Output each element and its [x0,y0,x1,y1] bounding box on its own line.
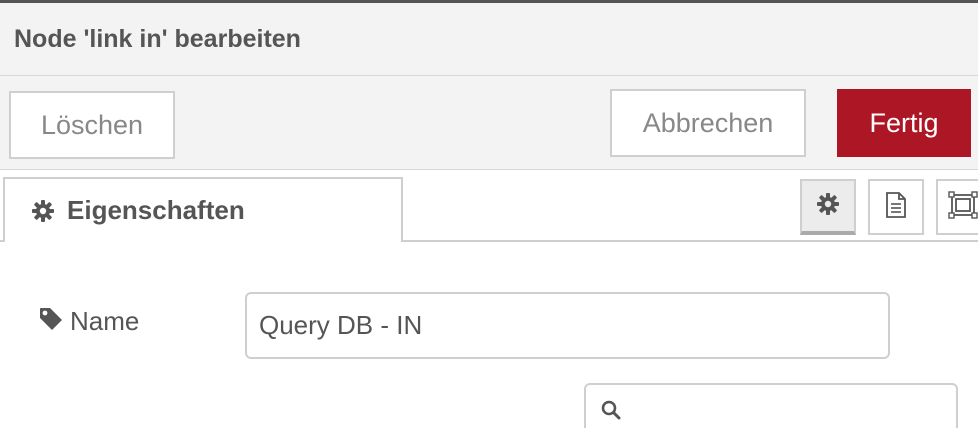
search-icon [600,399,622,426]
gear-icon [31,199,55,223]
tab-properties-label: Eigenschaften [67,195,245,225]
dialog-header: Node 'link in' bearbeiten [0,3,978,76]
search-field[interactable] [584,383,958,428]
document-icon [884,191,908,224]
edit-dialog: Node 'link in' bearbeiten Löschen Abbrec… [0,0,978,428]
delete-button[interactable]: Löschen [9,91,175,159]
dialog-toolbar: Löschen Abbrechen Fertig [0,76,978,170]
cancel-button[interactable]: Abbrechen [610,89,806,157]
name-input[interactable] [245,292,890,359]
dialog-title: Node 'link in' bearbeiten [14,25,301,53]
tab-settings[interactable] [800,179,856,235]
search-input[interactable] [632,393,946,428]
tag-icon [38,306,64,337]
tab-appearance[interactable] [936,179,978,235]
tab-properties[interactable]: Eigenschaften [3,177,403,242]
frame-icon [948,190,978,224]
gear-icon [816,192,840,221]
tab-description[interactable] [868,179,924,235]
name-label-text: Name [70,306,140,336]
name-label: Name [38,306,139,337]
done-button[interactable]: Fertig [837,89,971,157]
